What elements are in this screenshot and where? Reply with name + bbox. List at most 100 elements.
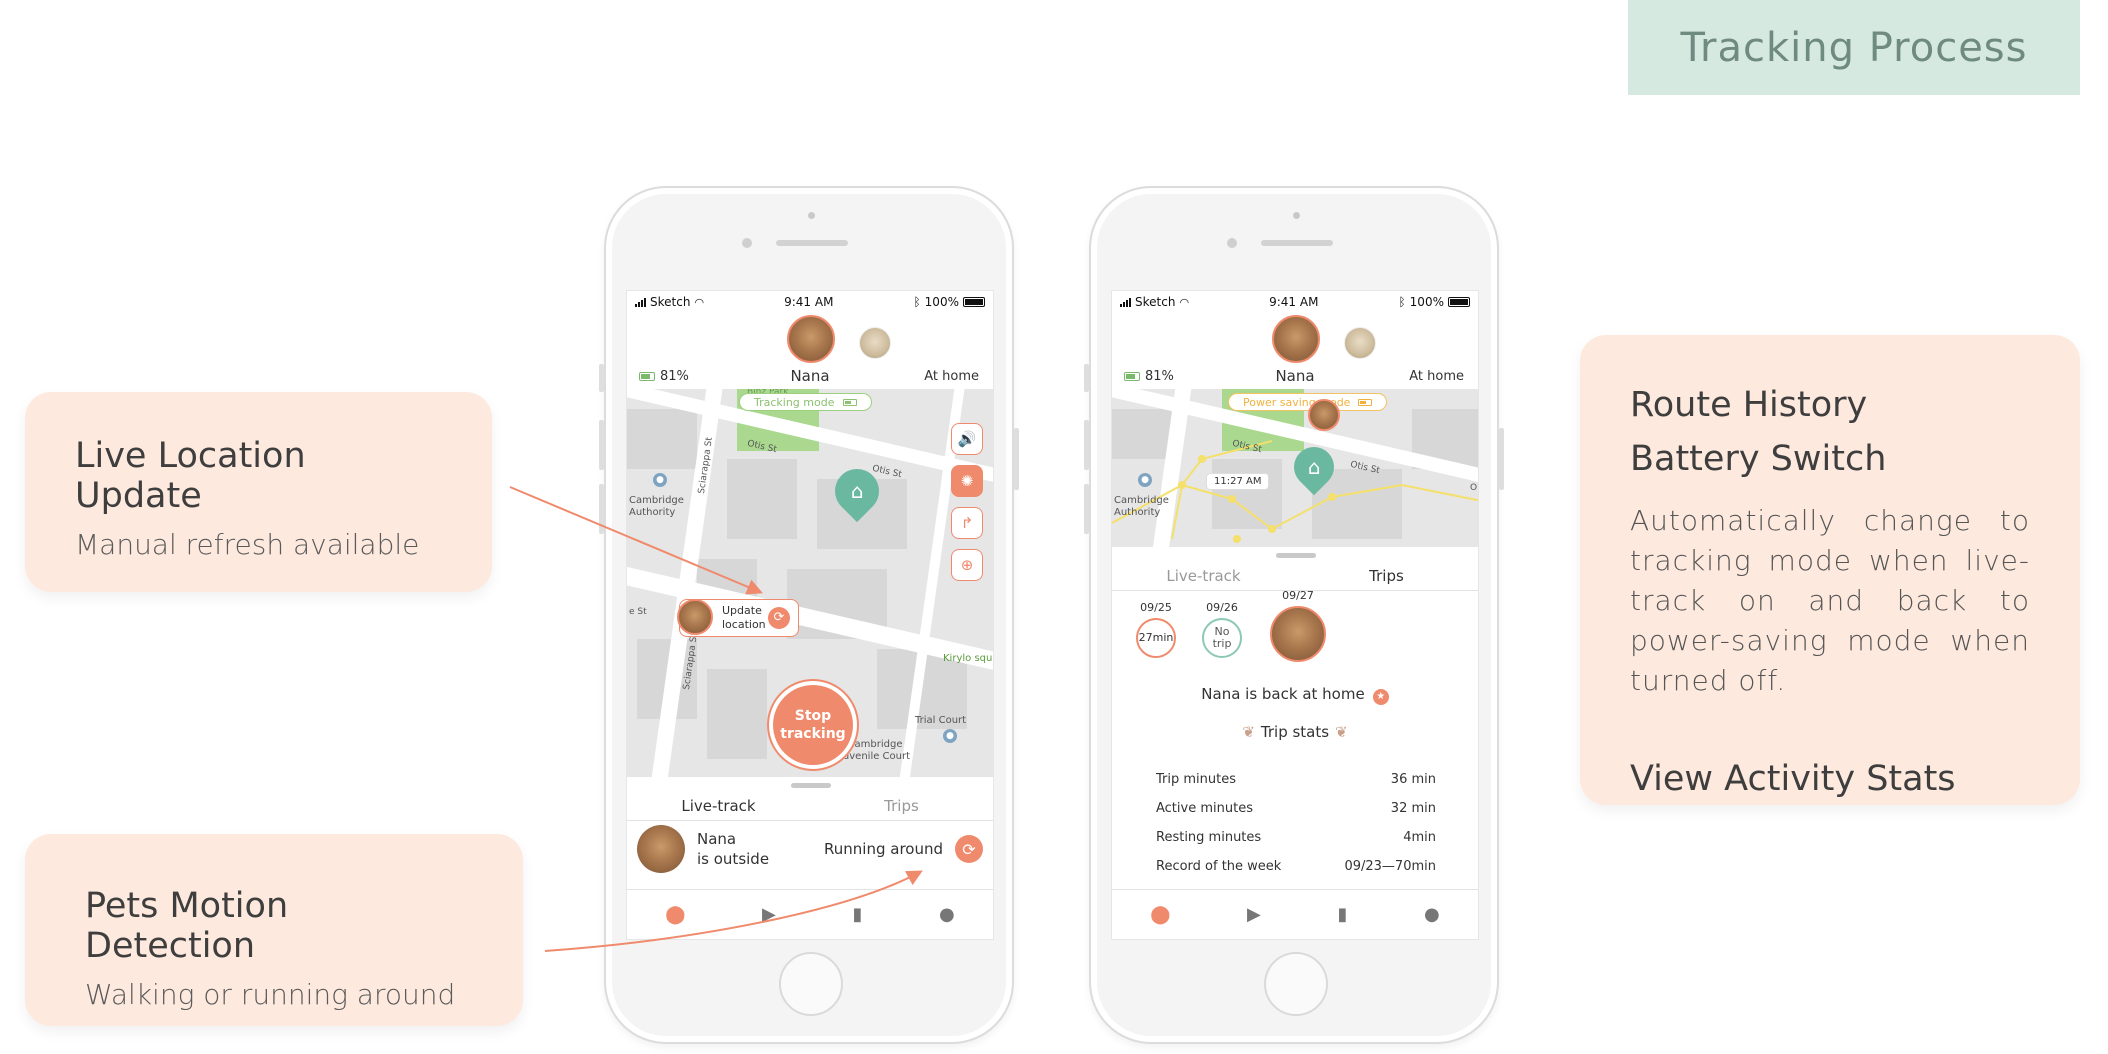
tab-live-track[interactable]: Live-track (1112, 561, 1295, 590)
pet-avatar (637, 825, 685, 873)
trip-stats-table: Trip minutes 36 min Active minutes 32 mi… (1156, 765, 1436, 881)
annotation-title-battery: Battery Switch (1630, 439, 1887, 479)
map-view[interactable]: Binz Park Otis St Otis St Sciarappa St S… (627, 389, 993, 777)
pet-avatar-secondary[interactable] (859, 327, 891, 359)
status-bar: Sketch ◠ 9:41 AM ᛒ 100% (627, 291, 993, 313)
battery-percent: 100% (924, 295, 959, 309)
annotation-subtitle: Manual refresh available (75, 528, 420, 561)
status-bar: Sketch ◠ 9:41 AM ᛒ 100% (1112, 291, 1478, 313)
home-button[interactable] (779, 952, 843, 1016)
annotation-route: Route History Battery Switch Automatical… (1580, 335, 2080, 805)
volume-up-button (599, 420, 604, 470)
pet-location-pin[interactable] (677, 599, 713, 635)
phone-live-track: Sketch ◠ 9:41 AM ᛒ 100% Nana 81% At home (599, 186, 1019, 1044)
poi-icon: ● (943, 729, 957, 743)
pet-location-pin[interactable] (1308, 399, 1340, 431)
location-icon[interactable]: ⬤ (1150, 904, 1170, 925)
poi-icon: ● (1138, 473, 1152, 487)
annotation-live-location: Live Location Update Manual refresh avai… (25, 392, 492, 592)
street-label: Otis St (871, 463, 903, 481)
power-button (1499, 428, 1504, 490)
sheet-handle[interactable] (791, 783, 831, 788)
tracker-battery-label: 81% (660, 369, 689, 384)
stats-icon[interactable]: ▮ (852, 904, 862, 925)
power-saving-mode-pill: Power saving mode (1228, 393, 1388, 411)
map-view[interactable]: Otis St Otis St O ● Cambridge Authority … (1112, 389, 1478, 547)
back-home-message: Nana is back at home ★ (1112, 685, 1478, 705)
trip-stats-title: Trip stats (1260, 723, 1330, 741)
annotation-subtitle: Walking or running around (85, 978, 456, 1011)
screen: Sketch ◠ 9:41 AM ᛒ 100% Nana 81% At home (626, 290, 994, 940)
trip-date: 09/26 (1206, 601, 1238, 614)
tracker-battery: 81% (639, 369, 689, 384)
front-camera (742, 238, 752, 248)
home-icon: ⌂ (1307, 455, 1321, 480)
volume-up-button (1084, 420, 1089, 470)
stats-icon[interactable]: ▮ (1337, 904, 1347, 925)
bluetooth-icon: ᛒ (913, 295, 921, 309)
stat-row: Resting minutes 4min (1156, 823, 1436, 852)
trip-date-item[interactable]: 09/25 27min (1136, 601, 1176, 658)
front-camera (1227, 238, 1237, 248)
refresh-activity-button[interactable]: ⟳ (955, 835, 983, 863)
trip-date-item-selected[interactable]: 09/27 (1270, 589, 1326, 662)
location-icon[interactable]: ⬤ (665, 904, 685, 925)
bottom-nav: ⬤ ▶ ▮ ● (1112, 889, 1478, 939)
volume-down-button (1084, 484, 1089, 534)
proximity-sensor (1293, 212, 1300, 219)
wifi-icon: ◠ (694, 295, 705, 309)
profile-icon[interactable]: ● (1424, 904, 1440, 925)
profile-icon[interactable]: ● (939, 904, 955, 925)
annotation-title: Pets Motion Detection (85, 886, 289, 966)
bottom-nav: ⬤ ▶ ▮ ● (627, 889, 993, 939)
video-icon[interactable]: ▶ (762, 904, 776, 925)
home-status: At home (924, 369, 979, 384)
locate-button[interactable]: ⊕ (951, 549, 983, 581)
stat-row: Active minutes 32 min (1156, 794, 1436, 823)
directions-button[interactable]: ↱ (951, 507, 983, 539)
light-button[interactable]: ✺ (951, 465, 983, 497)
battery-icon (1447, 297, 1470, 307)
crosshair-icon: ⊕ (960, 556, 974, 574)
stop-tracking-button[interactable]: Stop tracking (773, 685, 853, 765)
annotation-title-stats: View Activity Stats (1630, 759, 1956, 799)
street-label: O (1470, 483, 1478, 493)
mute-switch (599, 364, 604, 392)
trip-date: 09/27 (1282, 589, 1314, 602)
back-home-text: Nana is back at home (1201, 685, 1365, 703)
status-time: 9:41 AM (1269, 295, 1319, 309)
stat-value: 4min (1403, 830, 1436, 845)
wifi-icon: ◠ (1179, 295, 1190, 309)
tab-trips[interactable]: Trips (1295, 561, 1478, 590)
sound-button[interactable]: 🔊 (951, 423, 983, 455)
stat-label: Trip minutes (1156, 772, 1236, 787)
time-tooltip: 11:27 AM (1206, 473, 1270, 490)
home-button[interactable] (1264, 952, 1328, 1016)
signal-icon (1120, 297, 1131, 307)
trip-duration: No trip (1202, 618, 1242, 658)
battery-icon (842, 398, 857, 406)
annotation-title: Live Location Update (75, 436, 306, 516)
earpiece-speaker (1261, 240, 1333, 246)
power-button (1014, 428, 1019, 490)
tracker-battery-label: 81% (1145, 369, 1174, 384)
trip-date-item[interactable]: 09/26 No trip (1202, 601, 1242, 658)
stat-value: 32 min (1390, 801, 1436, 816)
pet-avatar-main[interactable] (787, 315, 835, 363)
video-icon[interactable]: ▶ (1247, 904, 1261, 925)
pet-avatar-main[interactable] (1272, 315, 1320, 363)
bluetooth-icon: ᛒ (1398, 295, 1406, 309)
medal-icon: ★ (1372, 689, 1389, 705)
trip-pet-avatar (1270, 606, 1326, 662)
tracking-mode-pill: Tracking mode (739, 393, 872, 411)
poi-icon: ● (653, 473, 667, 487)
laurel-right-icon: ❦ (1335, 723, 1348, 741)
trip-duration: 27min (1136, 618, 1176, 658)
header-title: Tracking Process (1680, 24, 2028, 71)
pet-avatar-secondary[interactable] (1344, 327, 1376, 359)
turn-arrow-icon: ↱ (960, 514, 974, 532)
home-icon: ⌂ (850, 479, 864, 504)
refresh-icon: ⟳ (768, 607, 790, 629)
poi-label: Cambridge Authority (1114, 495, 1169, 518)
sheet-handle[interactable] (1276, 553, 1316, 558)
